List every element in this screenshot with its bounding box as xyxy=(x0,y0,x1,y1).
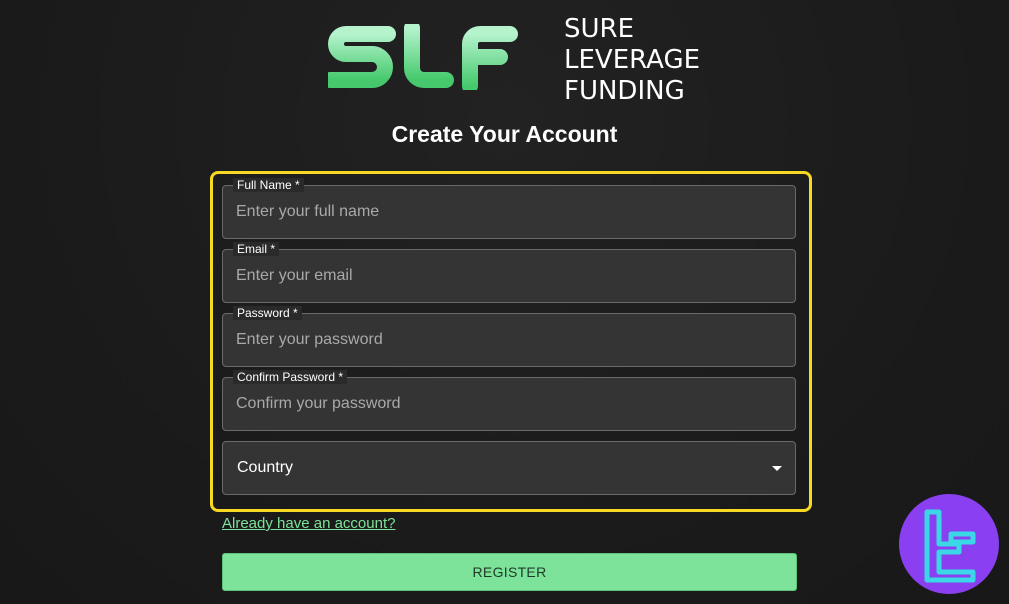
register-button[interactable]: REGISTER xyxy=(222,553,797,591)
email-field: Email * xyxy=(222,242,796,303)
confirm-password-field: Confirm Password * xyxy=(222,370,796,431)
logo-name-line: SURE xyxy=(564,14,635,44)
logo-company-name: SURE LEVERAGE FUNDING xyxy=(564,14,700,107)
password-input[interactable] xyxy=(223,314,795,366)
full-name-field: Full Name * xyxy=(222,178,796,239)
chevron-down-icon xyxy=(772,466,782,471)
logo-name-line: LEVERAGE xyxy=(564,45,701,75)
email-input[interactable] xyxy=(223,250,795,302)
country-select[interactable]: Country xyxy=(222,441,796,495)
slf-logo-mark xyxy=(328,24,518,90)
page-title: Create Your Account xyxy=(391,121,618,147)
full-name-input[interactable] xyxy=(223,186,795,238)
confirm-password-input[interactable] xyxy=(223,378,795,430)
logo-name-line: FUNDING xyxy=(564,76,685,106)
register-page: SURE LEVERAGE FUNDING Create Your Accoun… xyxy=(0,0,1009,604)
tradingfinder-logo-icon xyxy=(899,494,999,594)
login-link[interactable]: Already have an account? xyxy=(222,515,395,532)
password-field: Password * xyxy=(222,306,796,367)
country-select-value: Country xyxy=(237,459,294,476)
slf-logo: SURE LEVERAGE FUNDING xyxy=(328,12,700,106)
